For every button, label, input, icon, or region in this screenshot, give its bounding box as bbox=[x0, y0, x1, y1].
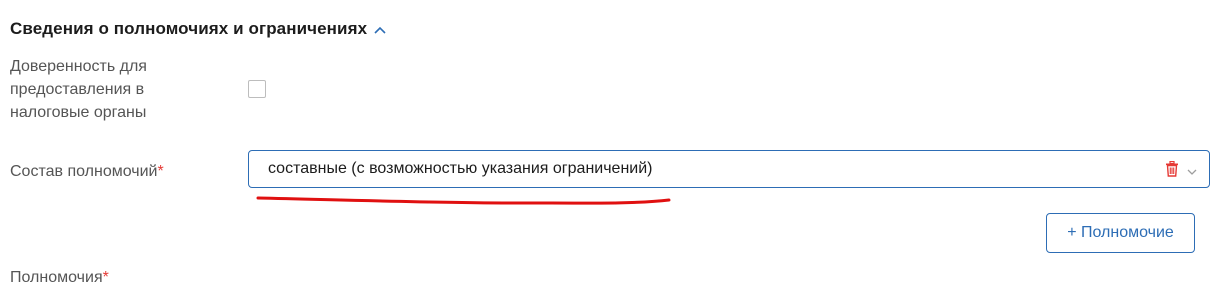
trash-icon[interactable] bbox=[1165, 160, 1179, 177]
chevron-down-icon[interactable] bbox=[1187, 164, 1197, 175]
section-header[interactable]: Сведения о полномочиях и ограничениях bbox=[10, 19, 387, 39]
tax-proxy-label: Доверенность для предоставления в налого… bbox=[10, 58, 147, 121]
section-title: Сведения о полномочиях и ограничениях bbox=[10, 19, 368, 38]
authorities-label-text: Полномочия bbox=[10, 269, 103, 286]
chevron-up-icon[interactable] bbox=[373, 23, 387, 37]
required-mark: * bbox=[102, 269, 109, 286]
required-mark: * bbox=[157, 163, 164, 180]
powers-composition-select[interactable]: составные (с возможностью указания огран… bbox=[248, 150, 1210, 188]
annotation-underline bbox=[256, 196, 671, 205]
authorities-label: Полномочия* bbox=[10, 266, 109, 289]
powers-composition-label: Состав полномочий* bbox=[10, 160, 164, 183]
powers-composition-label-text: Состав полномочий bbox=[10, 163, 158, 180]
add-authority-button[interactable]: + Полномочие bbox=[1046, 213, 1195, 253]
page: Сведения о полномочиях и ограничениях До… bbox=[0, 0, 1219, 293]
tax-proxy-checkbox[interactable] bbox=[248, 80, 266, 98]
powers-composition-value: составные (с возможностью указания огран… bbox=[268, 160, 653, 177]
